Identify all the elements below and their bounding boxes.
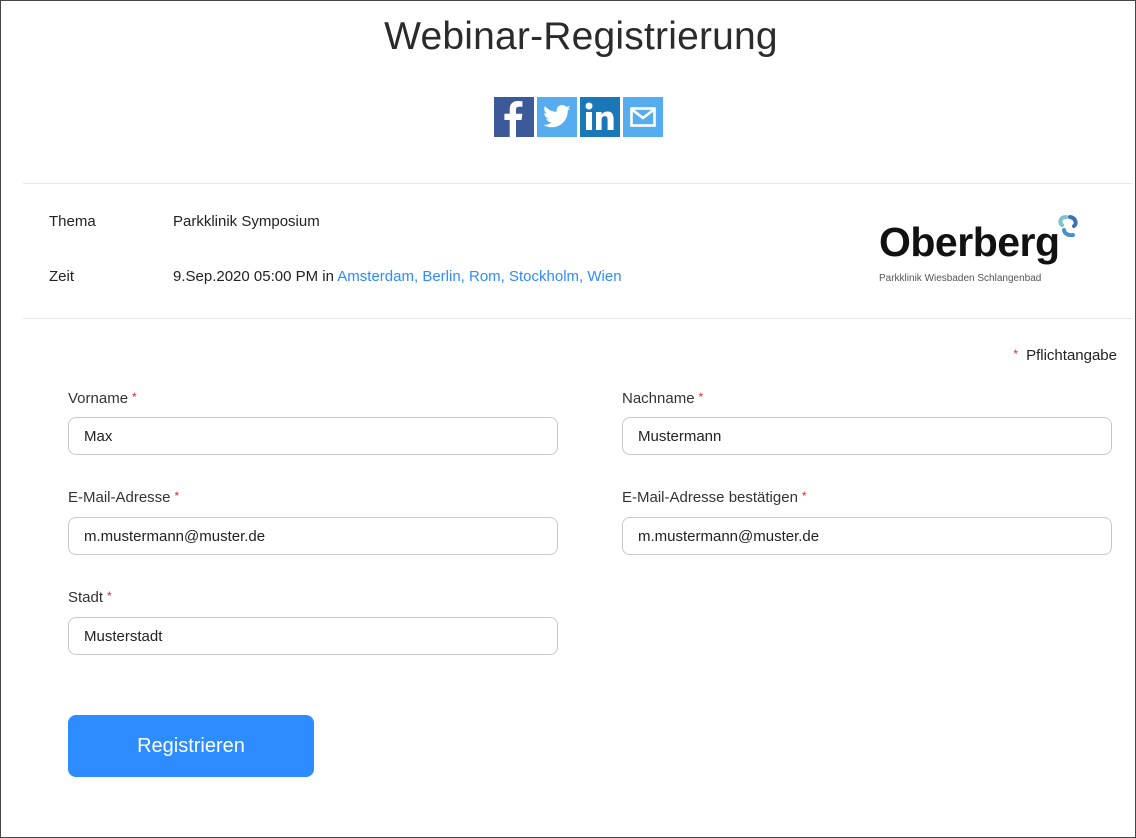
topic-value: Parkklinik Symposium — [173, 213, 320, 230]
email-input[interactable] — [68, 517, 558, 555]
last-name-input[interactable] — [622, 417, 1112, 455]
oberberg-logo: Oberberg Parkklinik Wiesbaden Schlangenb… — [877, 215, 1078, 289]
email-icon — [630, 107, 656, 127]
logo-subtitle: Parkklinik Wiesbaden Schlangenbad — [879, 273, 1042, 284]
time-text: 9.Sep.2020 05:00 PM in — [173, 268, 334, 285]
logo-wordmark: Oberberg — [879, 219, 1060, 265]
register-button[interactable]: Registrieren — [68, 715, 314, 777]
last-name-label-text: Nachname — [622, 390, 695, 407]
email-confirm-label-text: E-Mail-Adresse bestätigen — [622, 489, 798, 506]
first-name-label-text: Vorname — [68, 390, 129, 407]
required-marker: * — [107, 589, 112, 603]
topic-label: Thema — [49, 213, 96, 230]
share-bar — [494, 97, 663, 137]
twitter-icon — [543, 105, 571, 128]
divider — [23, 318, 1133, 319]
required-marker: * — [174, 489, 180, 503]
page-title: Webinar-Registrierung — [384, 15, 778, 58]
facebook-icon — [504, 101, 523, 137]
required-note-text: Pflichtangabe — [1026, 347, 1117, 364]
city-label-text: Stadt — [68, 589, 104, 606]
time-value: 9.Sep.2020 05:00 PM in Amsterdam, Berlin… — [173, 268, 622, 285]
required-marker: * — [1013, 347, 1019, 361]
time-label: Zeit — [49, 268, 75, 285]
email-label-text: E-Mail-Adresse — [68, 489, 171, 506]
registration-page: Webinar-Registrierung Thema Parkklinik S… — [0, 0, 1136, 838]
first-name-label: Vorname * — [68, 390, 137, 407]
divider — [23, 183, 1133, 184]
email-confirm-label: E-Mail-Adresse bestätigen * — [622, 489, 807, 506]
required-marker: * — [132, 390, 137, 404]
email-label: E-Mail-Adresse * — [68, 489, 179, 506]
city-label: Stadt * — [68, 589, 112, 606]
email-share-button[interactable] — [623, 97, 663, 137]
facebook-share-button[interactable] — [494, 97, 534, 137]
linkedin-share-button[interactable] — [580, 97, 620, 137]
linkedin-icon — [585, 102, 614, 130]
required-marker: * — [698, 390, 704, 404]
first-name-input[interactable] — [68, 417, 558, 455]
timezone-link[interactable]: Amsterdam, Berlin, Rom, Stockholm, Wien — [337, 268, 621, 285]
required-marker: * — [801, 489, 807, 503]
email-confirm-input[interactable] — [622, 517, 1112, 555]
city-input[interactable] — [68, 617, 558, 655]
logo-mark-icon — [1058, 215, 1078, 237]
required-note: * Pflichtangabe — [1013, 347, 1117, 364]
twitter-share-button[interactable] — [537, 97, 577, 137]
last-name-label: Nachname * — [622, 390, 703, 407]
